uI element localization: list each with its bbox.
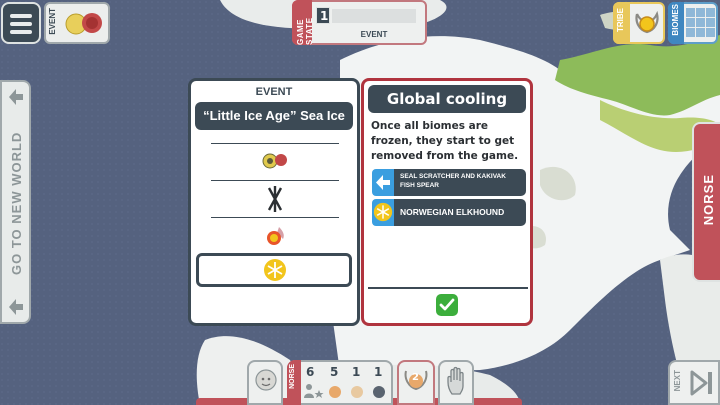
event-option-selected-frozen[interactable] bbox=[196, 253, 352, 287]
norse-tab-label: NORSE bbox=[289, 364, 296, 389]
event-card-header: EVENT bbox=[255, 86, 293, 98]
event-option-sun-blood[interactable] bbox=[195, 145, 353, 179]
sun-blood-icon bbox=[65, 13, 102, 35]
action-row-2[interactable]: NORWEGIAN ELKHOUND bbox=[372, 199, 526, 226]
stat-4: 1 bbox=[374, 365, 383, 379]
people-star-icon bbox=[304, 384, 324, 398]
event-option-crossed[interactable] bbox=[195, 182, 353, 216]
next-button[interactable]: NEXT bbox=[668, 360, 720, 405]
stat-2: 5 bbox=[330, 365, 339, 379]
fire-sun-icon bbox=[267, 227, 284, 245]
avatar-icon bbox=[255, 369, 277, 391]
divider bbox=[211, 143, 339, 144]
antlers-badge-button[interactable]: 2 bbox=[397, 360, 435, 405]
info-card-body: Once all biomes are frozen, they start t… bbox=[371, 120, 519, 162]
stat-1: 6 bbox=[306, 365, 315, 379]
sun-blood-icon bbox=[262, 153, 287, 169]
game-state-tab: GAME STATE bbox=[292, 0, 314, 45]
snowflake-sun-icon bbox=[264, 259, 286, 281]
go-to-new-world-tab[interactable]: GO TO NEW WORLD bbox=[0, 80, 31, 324]
check-icon bbox=[439, 298, 455, 311]
norse-side-tab[interactable]: NORSE bbox=[692, 122, 720, 282]
game-state-number: 1 bbox=[320, 9, 329, 23]
biomes-label: BIOMES bbox=[671, 4, 680, 36]
norse-side-label: NORSE bbox=[701, 174, 716, 226]
hand-icon bbox=[447, 366, 464, 395]
biomes-button[interactable]: BIOMES bbox=[668, 2, 718, 44]
menu-button[interactable] bbox=[1, 2, 41, 44]
stat-3: 1 bbox=[352, 365, 361, 379]
biomes-tab: BIOMES bbox=[668, 2, 684, 44]
hamburger-icon bbox=[10, 12, 32, 36]
info-card-title: Global cooling bbox=[368, 85, 526, 113]
action-row-1[interactable]: SEAL SCRATCHER AND KAKIVAK FISH SPEAR bbox=[372, 169, 526, 196]
arrow-left-icon-top bbox=[9, 89, 23, 105]
info-card: Global cooling Once all biomes are froze… bbox=[361, 78, 533, 326]
game-state-event-label: EVENT bbox=[360, 30, 388, 39]
divider bbox=[211, 217, 339, 218]
event-mini-label: EVENT bbox=[48, 8, 57, 35]
game-state-progress-bar bbox=[332, 9, 416, 23]
crossed-out-icon bbox=[267, 186, 283, 212]
divider bbox=[368, 287, 528, 289]
coin-icon-tan bbox=[351, 386, 363, 398]
tribe-label: TRIBE bbox=[616, 8, 625, 32]
coin-icon-dark bbox=[373, 386, 385, 398]
arrow-left-icon-bottom bbox=[9, 299, 23, 315]
event-mini-panel[interactable]: EVENT bbox=[44, 2, 110, 44]
snowflake-sun-icon bbox=[373, 202, 393, 222]
skip-next-icon bbox=[690, 370, 712, 396]
arrow-badge bbox=[372, 169, 394, 196]
norse-tab: NORSE bbox=[287, 360, 301, 405]
tribe-button[interactable]: TRIBE bbox=[613, 2, 665, 44]
game-state-panel: GAME STATE 1 EVENT bbox=[292, 0, 427, 45]
game-state-number-box: 1 bbox=[316, 7, 330, 24]
sun-badge bbox=[372, 199, 394, 226]
event-option-fire[interactable] bbox=[195, 219, 353, 253]
go-to-new-world-label: GO TO NEW WORLD bbox=[9, 131, 24, 276]
tribe-tab: TRIBE bbox=[613, 2, 630, 44]
divider bbox=[211, 180, 339, 181]
action-label-1: SEAL SCRATCHER AND KAKIVAK FISH SPEAR bbox=[394, 169, 526, 196]
event-card: EVENT “Little Ice Age” Sea Ice bbox=[188, 78, 360, 326]
event-card-title: “Little Ice Age” Sea Ice bbox=[195, 102, 353, 130]
arrow-left-icon bbox=[376, 175, 390, 190]
antlers-badge-count: 2 bbox=[412, 372, 419, 383]
game-state-label: GAME STATE bbox=[296, 17, 314, 45]
hand-button[interactable] bbox=[438, 360, 474, 405]
coin-icon-orange bbox=[329, 386, 341, 398]
world-map bbox=[0, 0, 720, 405]
confirm-button[interactable] bbox=[436, 294, 458, 316]
tribe-stats-panel[interactable]: NORSE 6 5 1 1 bbox=[287, 360, 393, 405]
action-label-2: NORWEGIAN ELKHOUND bbox=[394, 199, 526, 226]
avatar-button[interactable] bbox=[247, 360, 283, 405]
next-label: NEXT bbox=[673, 370, 682, 392]
antlers-sun-icon bbox=[635, 10, 659, 34]
biome-grid-icon bbox=[686, 8, 716, 38]
